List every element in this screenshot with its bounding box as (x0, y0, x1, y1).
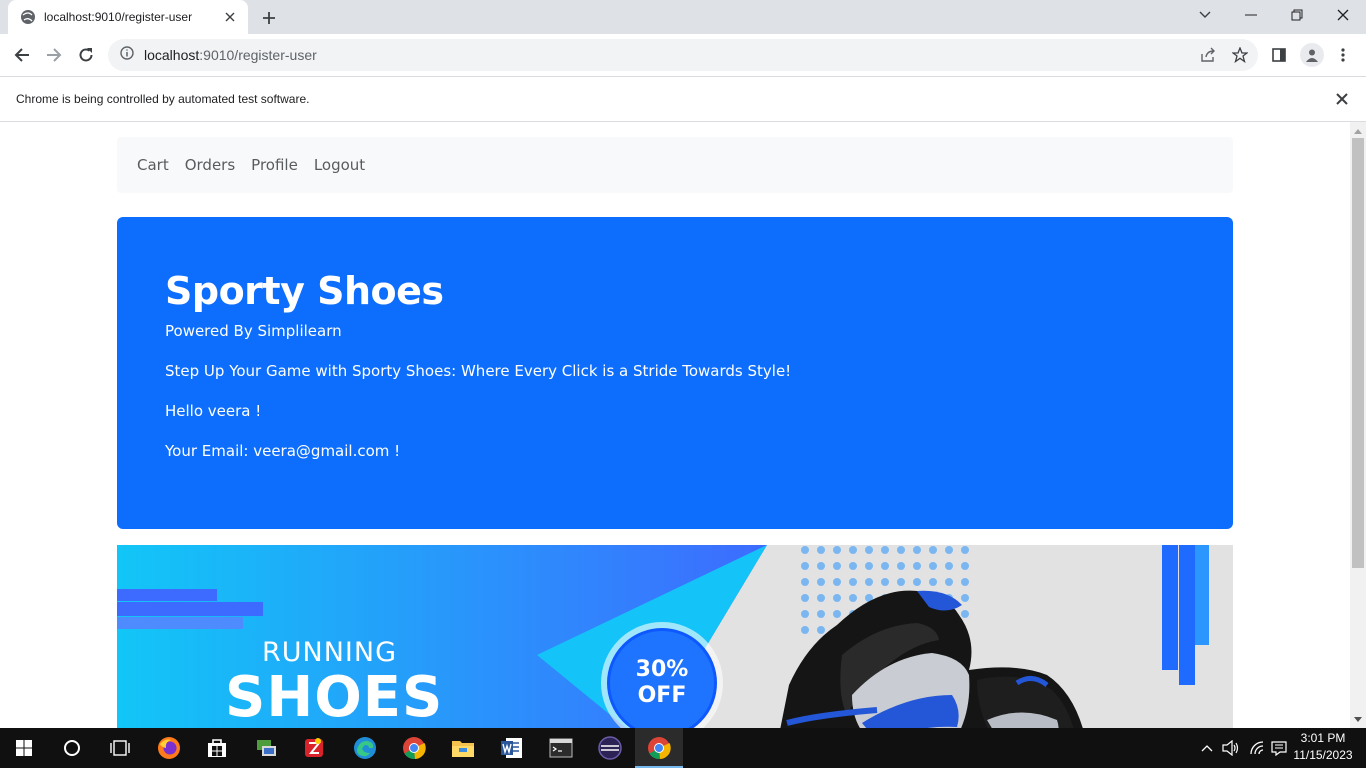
banner-shoes-text: SHOES (225, 665, 444, 728)
edge-icon[interactable] (341, 728, 389, 768)
command-prompt-icon[interactable] (537, 728, 585, 768)
tagline-text: Step Up Your Game with Sporty Shoes: Whe… (165, 362, 792, 380)
tab-strip: localhost:9010/register-user (0, 0, 1366, 34)
url-text: localhost:9010/register-user (144, 47, 317, 63)
powered-by-text: Powered By Simplilearn (165, 322, 342, 340)
kebab-menu-icon[interactable] (1330, 42, 1356, 68)
hero-jumbotron: Sporty Shoes Powered By Simplilearn Step… (117, 217, 1233, 529)
minimize-icon[interactable] (1228, 0, 1274, 30)
taskbar-clock[interactable]: 3:01 PM 11/15/2023 (1292, 730, 1354, 764)
greeting-text: Hello veera ! (165, 402, 262, 420)
info-icon[interactable] (120, 45, 134, 65)
globe-icon (20, 9, 36, 25)
close-tab-icon[interactable] (222, 9, 238, 25)
promo-banner: RUNNING SHOES 30% OFF (117, 545, 1233, 728)
browser-tab[interactable]: localhost:9010/register-user (8, 0, 248, 34)
scroll-down-arrow-icon[interactable] (1350, 712, 1366, 726)
email-text: Your Email: veera@gmail.com ! (165, 442, 401, 460)
side-panel-icon[interactable] (1266, 42, 1292, 68)
tab-title: localhost:9010/register-user (44, 10, 193, 24)
show-hidden-icons-icon[interactable] (1197, 728, 1217, 768)
infobar-message: Chrome is being controlled by automated … (16, 92, 310, 106)
chrome-icon[interactable] (390, 728, 438, 768)
restore-icon[interactable] (1274, 0, 1320, 30)
discount-percent: 30% (635, 657, 689, 682)
page-viewport: Cart Orders Profile Logout Sporty Shoes … (0, 122, 1350, 728)
chrome-active-icon[interactable] (635, 728, 683, 768)
address-bar[interactable]: localhost:9010/register-user (108, 39, 1258, 71)
filezilla-icon[interactable] (290, 728, 338, 768)
close-infobar-icon[interactable] (1334, 91, 1350, 107)
back-arrow-icon[interactable] (9, 42, 35, 68)
automation-infobar: Chrome is being controlled by automated … (0, 76, 1366, 122)
discount-badge: 30% OFF (607, 628, 717, 728)
profile-avatar-icon[interactable] (1300, 43, 1324, 67)
firefox-icon[interactable] (145, 728, 193, 768)
browser-toolbar: localhost:9010/register-user (0, 34, 1366, 76)
discount-off-label: OFF (637, 683, 687, 708)
url-host: localhost (144, 47, 200, 63)
url-path: :9010/register-user (199, 47, 317, 63)
share-icon[interactable] (1194, 39, 1222, 71)
word-icon[interactable] (488, 728, 536, 768)
reload-icon[interactable] (73, 42, 99, 68)
wifi-icon[interactable] (1245, 728, 1269, 768)
new-tab-button[interactable] (259, 8, 279, 28)
windows-start-icon[interactable] (0, 728, 48, 768)
eclipse-icon[interactable] (586, 728, 634, 768)
tab-search-icon[interactable] (1182, 0, 1228, 30)
nav-link-logout[interactable]: Logout (306, 156, 373, 174)
page-scrollbar[interactable] (1350, 122, 1366, 728)
bookmark-star-icon[interactable] (1226, 39, 1254, 71)
banner-running-text: RUNNING (262, 637, 397, 668)
windows-taskbar: 3:01 PM 11/15/2023 (0, 728, 1366, 768)
top-navbar: Cart Orders Profile Logout (117, 137, 1233, 193)
scroll-up-arrow-icon[interactable] (1350, 124, 1366, 138)
nav-link-cart[interactable]: Cart (129, 156, 177, 174)
page-title: Sporty Shoes (165, 269, 444, 313)
nav-link-profile[interactable]: Profile (243, 156, 306, 174)
network-tool-icon[interactable] (242, 728, 290, 768)
file-explorer-icon[interactable] (439, 728, 487, 768)
task-view-icon[interactable] (96, 728, 144, 768)
nav-link-orders[interactable]: Orders (177, 156, 243, 174)
forward-arrow-icon[interactable] (41, 42, 67, 68)
cortana-search-icon[interactable] (48, 728, 96, 768)
microsoft-store-icon[interactable] (193, 728, 241, 768)
action-center-icon[interactable] (1268, 728, 1290, 768)
scrollbar-thumb[interactable] (1352, 138, 1364, 568)
close-window-icon[interactable] (1320, 0, 1366, 30)
clock-time: 3:01 PM (1300, 731, 1346, 745)
clock-date: 11/15/2023 (1293, 748, 1353, 762)
volume-icon[interactable] (1219, 728, 1243, 768)
